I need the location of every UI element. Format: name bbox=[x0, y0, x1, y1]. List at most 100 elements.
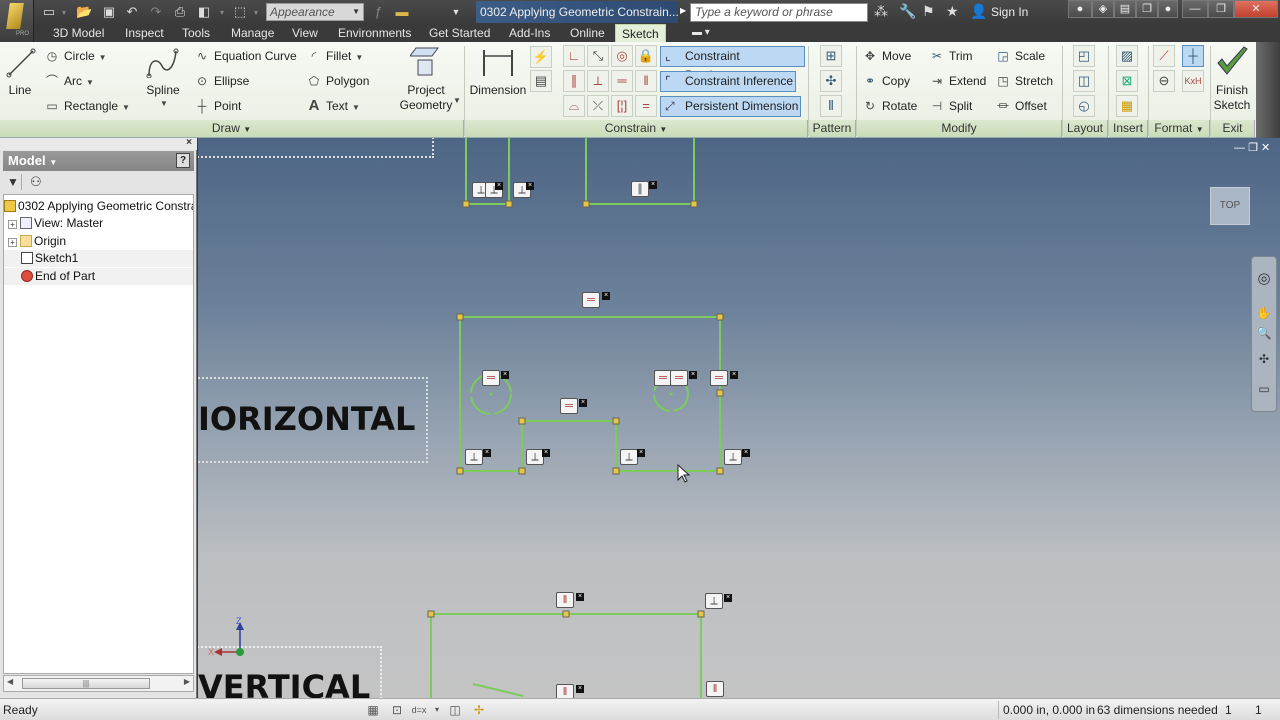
perpendicular-alt-constraint-icon[interactable]: ⟂ bbox=[587, 70, 609, 92]
constraint-persistence-toggle[interactable]: ⌞Constraint Persistence bbox=[660, 46, 805, 82]
spline-dropdown-icon[interactable]: ▼ bbox=[160, 99, 168, 108]
line-button[interactable]: Line bbox=[5, 83, 35, 98]
ribbon-display-toggle-icon[interactable]: ▬ ▾ bbox=[686, 24, 716, 42]
new-icon[interactable]: ▭ bbox=[41, 4, 57, 20]
ellipse-button[interactable]: ⊙ Ellipse bbox=[194, 73, 249, 89]
constraint-glyph[interactable]: ‖ bbox=[556, 592, 574, 608]
sketch-endpoint[interactable] bbox=[716, 313, 724, 321]
rotate-button[interactable]: ↻ Rotate bbox=[862, 98, 917, 114]
center-point-icon[interactable]: ⊖ bbox=[1153, 70, 1175, 92]
doc-cascade-icon[interactable]: ❐ bbox=[1136, 0, 1158, 18]
application-menu-button[interactable]: PRO bbox=[0, 0, 34, 42]
project-geometry-button[interactable]: Project Geometry bbox=[395, 83, 457, 113]
split-button[interactable]: ⊣ Split bbox=[929, 98, 973, 114]
pan-hand-icon[interactable]: ✋ bbox=[1256, 305, 1272, 321]
open-icon[interactable]: 📂 bbox=[76, 4, 92, 20]
constraint-glyph[interactable]: ∥ bbox=[631, 181, 649, 197]
spline-button[interactable]: Spline bbox=[143, 83, 183, 98]
search-binoculars-icon[interactable]: ⁂ bbox=[874, 3, 888, 20]
offset-button[interactable]: ⏛ Offset bbox=[995, 98, 1047, 114]
sketch-endpoint[interactable] bbox=[612, 417, 620, 425]
constraint-glyph[interactable]: ⟂ bbox=[705, 593, 723, 609]
formula-icon[interactable]: ƒ bbox=[370, 4, 386, 20]
rectangle-button[interactable]: ▭ Rectangle ▼ bbox=[44, 98, 130, 116]
equal-constraint-icon[interactable]: = bbox=[635, 95, 657, 117]
expand-icon[interactable]: + bbox=[8, 220, 17, 229]
persistent-dimension-toggle[interactable]: ⤢ Persistent Dimension bbox=[660, 96, 801, 117]
draw-panel-label[interactable]: Draw ▼ bbox=[0, 120, 464, 137]
driven-dimension-icon[interactable]: KxH bbox=[1182, 70, 1204, 92]
constraint-glyph[interactable]: ⟂ bbox=[724, 449, 742, 465]
viewcube[interactable]: TOP bbox=[1210, 187, 1250, 225]
sketch-endpoint[interactable] bbox=[462, 200, 470, 208]
customize-quick-access-icon[interactable]: ▼ bbox=[448, 4, 464, 20]
tab-view[interactable]: View bbox=[286, 24, 324, 42]
scrollbar-thumb[interactable]: ||| bbox=[22, 678, 150, 689]
minimize-button[interactable]: — bbox=[1182, 0, 1208, 18]
sketch-endpoint[interactable] bbox=[697, 610, 705, 618]
construction-icon[interactable]: ⟋ bbox=[1153, 45, 1175, 67]
constraint-glyph[interactable]: ═ bbox=[582, 292, 600, 308]
constraint-glyph-close-icon[interactable]: × bbox=[501, 371, 509, 379]
steering-wheel-icon[interactable]: ◎ bbox=[1256, 271, 1272, 287]
print-icon[interactable]: ⎙ bbox=[172, 4, 188, 20]
project-geometry-dropdown-icon[interactable]: ▼ bbox=[453, 96, 461, 105]
constraint-glyph[interactable]: ═ bbox=[710, 370, 728, 386]
constraint-glyph-close-icon[interactable]: × bbox=[602, 292, 610, 300]
concentric-constraint-icon[interactable]: ◎ bbox=[611, 45, 633, 67]
circular-pattern-icon[interactable]: ✣ bbox=[820, 70, 842, 92]
new-dropdown-icon[interactable]: ▾ bbox=[62, 8, 66, 17]
doc-tile-icon[interactable]: ◈ bbox=[1092, 0, 1114, 18]
tree-node-view-master[interactable]: + View: Master bbox=[4, 215, 193, 232]
sketch-endpoint[interactable] bbox=[716, 389, 724, 397]
constraint-glyph[interactable]: ═ bbox=[482, 370, 500, 386]
sketch-endpoint[interactable] bbox=[716, 467, 724, 475]
centerline-icon[interactable]: ┼ bbox=[1182, 45, 1204, 67]
mirror-icon[interactable]: ⫴ bbox=[820, 95, 842, 117]
sketch-endpoint[interactable] bbox=[518, 417, 526, 425]
maximize-button[interactable]: ❐ bbox=[1208, 0, 1234, 18]
constraint-glyph-close-icon[interactable]: × bbox=[579, 399, 587, 407]
tab-3d-model[interactable]: 3D Model bbox=[47, 24, 110, 42]
tangent-constraint-icon[interactable]: ⌓ bbox=[563, 95, 585, 117]
make-part-icon[interactable]: ◰ bbox=[1073, 45, 1095, 67]
constraint-glyph[interactable]: ‖ bbox=[556, 684, 574, 698]
tree-node-sketch1[interactable]: Sketch1 bbox=[4, 250, 193, 267]
constraint-glyph-close-icon[interactable]: × bbox=[730, 371, 738, 379]
constraint-glyph-close-icon[interactable]: × bbox=[483, 449, 491, 457]
constraint-glyph-close-icon[interactable]: × bbox=[689, 371, 697, 379]
parallel-constraint-icon[interactable]: ∥ bbox=[563, 70, 585, 92]
smooth-constraint-icon[interactable]: ⤫ bbox=[587, 95, 609, 117]
constraint-glyph-close-icon[interactable]: × bbox=[542, 449, 550, 457]
constraint-glyph[interactable]: ═ bbox=[670, 370, 688, 386]
constraint-glyph[interactable]: ═ bbox=[560, 398, 578, 414]
measure-icon[interactable]: ▬ bbox=[394, 4, 410, 20]
vertical-constraint-icon[interactable]: ‖ bbox=[635, 70, 657, 92]
text-button[interactable]: A Text ▼ bbox=[306, 98, 360, 116]
rectangular-pattern-icon[interactable]: ⊞ bbox=[820, 45, 842, 67]
constraint-glyph-close-icon[interactable]: × bbox=[742, 449, 750, 457]
dimension-display-icon[interactable]: d=x bbox=[410, 701, 428, 719]
help-search-input[interactable]: Type a keyword or phrase bbox=[690, 3, 868, 22]
constraint-inference-toggle[interactable]: ⌜ Constraint Inference bbox=[660, 71, 796, 92]
close-button[interactable]: ✕ bbox=[1234, 0, 1278, 18]
dimension-button[interactable]: Dimension bbox=[467, 83, 529, 98]
circle-center-point[interactable] bbox=[489, 392, 493, 396]
save-icon[interactable]: ▣ bbox=[101, 4, 117, 20]
constrain-panel-label[interactable]: Constrain ▼ bbox=[465, 120, 808, 137]
material-icon[interactable]: ◧ bbox=[196, 4, 212, 20]
point-button[interactable]: ┼ Point bbox=[194, 98, 242, 114]
show-constraints-icon[interactable]: ▤ bbox=[530, 70, 552, 92]
browser-help-button[interactable]: ? bbox=[176, 153, 190, 168]
scroll-right-icon[interactable]: ▶ bbox=[184, 677, 190, 686]
trim-button[interactable]: ✂ Trim bbox=[929, 48, 973, 64]
tab-get-started[interactable]: Get Started bbox=[423, 24, 496, 42]
constraint-glyph[interactable]: ⟂ bbox=[465, 449, 483, 465]
extend-button[interactable]: ⇥ Extend bbox=[929, 73, 986, 89]
subscription-icon[interactable]: 🔧 bbox=[899, 3, 916, 20]
sketch-endpoint[interactable] bbox=[690, 200, 698, 208]
dimension-dropdown-icon[interactable]: ▾ bbox=[428, 701, 446, 719]
fillet-button[interactable]: ◜ Fillet ▼ bbox=[306, 48, 364, 66]
graphics-window[interactable]: — ❐ ✕ IORIZONTAL VERTICAL Z X TOP ◎ ✋ 🔍 … bbox=[198, 138, 1280, 698]
constraint-glyph-close-icon[interactable]: × bbox=[649, 181, 657, 189]
